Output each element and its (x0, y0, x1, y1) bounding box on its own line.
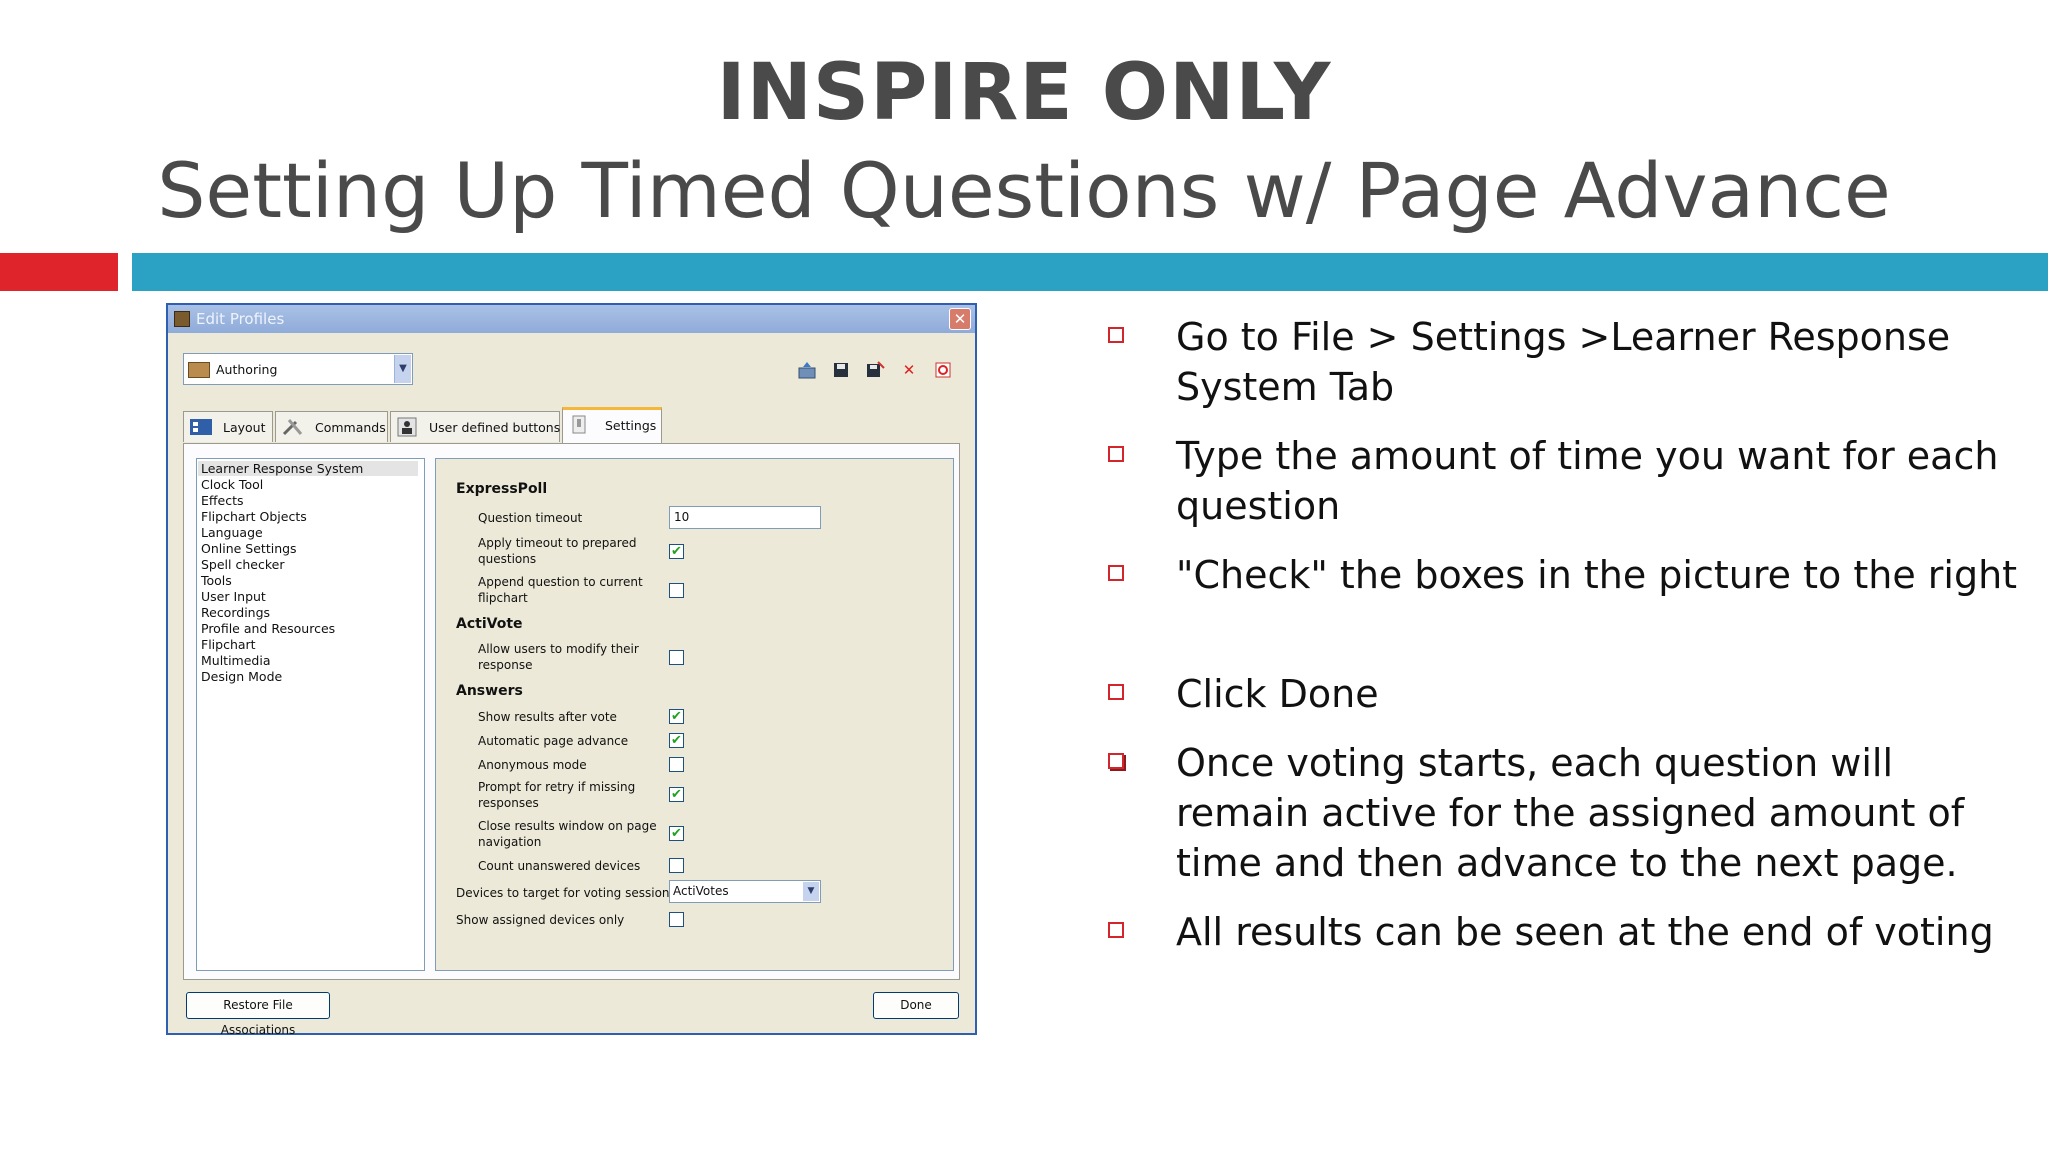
profile-value: Authoring (216, 362, 278, 377)
tab-label: User defined buttons (429, 420, 561, 435)
bullet-text: Click Done (1176, 672, 1379, 716)
square-bullet-icon (1108, 565, 1124, 581)
category-item[interactable]: Learner Response System (198, 461, 418, 476)
square-bullet-icon (1108, 327, 1124, 343)
tab-settings[interactable]: Settings (562, 407, 662, 443)
append-question-checkbox[interactable] (669, 583, 684, 598)
devices-target-label: Devices to target for voting sessions (456, 886, 676, 900)
category-item[interactable]: Flipchart (201, 637, 256, 652)
section-heading-expresspoll: ExpressPoll (456, 481, 548, 497)
settings-icon (568, 415, 592, 435)
devices-target-dropdown[interactable]: ActiVotes ▼ (669, 880, 821, 903)
close-icon[interactable]: ✕ (949, 308, 971, 330)
allow-modify-checkbox[interactable] (669, 650, 684, 665)
question-timeout-input[interactable]: 10 (669, 506, 821, 529)
prompt-retry-label: Prompt for retry if missing responses (478, 780, 636, 810)
show-assigned-label: Show assigned devices only (456, 913, 625, 927)
bullet-text: "Check" the boxes in the picture to the … (1176, 553, 2018, 597)
reset-icon[interactable] (932, 359, 954, 381)
tab-layout[interactable]: Layout (183, 411, 273, 442)
devices-target-value: ActiVotes (673, 884, 729, 898)
anonymous-label: Anonymous mode (478, 758, 587, 772)
accent-bar-blue (132, 253, 2048, 291)
accent-bar-red (0, 253, 118, 291)
slide-subtitle: Setting Up Timed Questions w/ Page Advan… (157, 146, 1891, 235)
profile-select[interactable]: Authoring ▼ (183, 353, 413, 385)
settings-tab-panel: Learner Response System Clock Tool Effec… (183, 443, 960, 980)
close-results-checkbox[interactable]: ✔ (669, 826, 684, 841)
category-item[interactable]: Language (201, 525, 263, 540)
count-unanswered-checkbox[interactable] (669, 858, 684, 873)
tab-label: Settings (605, 418, 657, 433)
profile-icon (188, 362, 210, 378)
show-results-checkbox[interactable]: ✔ (669, 709, 684, 724)
save-icon[interactable] (830, 359, 852, 381)
square-bullet-icon (1108, 753, 1124, 769)
category-item[interactable]: Effects (201, 493, 244, 508)
apply-timeout-checkbox[interactable]: ✔ (669, 544, 684, 559)
section-heading-activote: ActiVote (456, 616, 523, 632)
category-item[interactable]: Multimedia (201, 653, 271, 668)
category-item[interactable]: Clock Tool (201, 477, 263, 492)
category-item[interactable]: Tools (201, 573, 232, 588)
category-item[interactable]: Recordings (201, 605, 270, 620)
bullet-text: Once voting starts, each question will r… (1176, 741, 1965, 885)
count-unanswered-label: Count unanswered devices (478, 859, 641, 873)
chevron-down-icon[interactable]: ▼ (803, 882, 819, 901)
dialog-title: Edit Profiles (196, 310, 285, 328)
category-item[interactable]: Design Mode (201, 669, 282, 684)
tab-commands[interactable]: Commands (275, 411, 388, 442)
prompt-retry-checkbox[interactable]: ✔ (669, 787, 684, 802)
tab-user-defined-buttons[interactable]: User defined buttons (390, 411, 560, 442)
restore-file-associations-button[interactable]: Restore File Associations (186, 992, 330, 1037)
user-icon (396, 417, 420, 437)
edit-profiles-dialog: Edit Profiles ✕ Authoring ▼ ✕ Layout Com… (166, 303, 977, 1037)
show-assigned-checkbox[interactable] (669, 912, 684, 927)
category-item[interactable]: Flipchart Objects (201, 509, 307, 524)
question-timeout-label: Question timeout (478, 511, 583, 525)
apply-timeout-label: Apply timeout to prepared questions (478, 536, 637, 566)
bullet-text: Go to File > Settings >Learner Response … (1176, 315, 1951, 409)
bullet-text: All results can be seen at the end of vo… (1176, 910, 1994, 954)
done-button[interactable]: Done (873, 992, 959, 1019)
save-as-icon[interactable] (864, 359, 886, 381)
chevron-down-icon[interactable]: ▼ (394, 355, 411, 383)
category-item[interactable]: User Input (201, 589, 266, 604)
square-bullet-icon (1108, 922, 1124, 938)
category-list[interactable]: Learner Response System Clock Tool Effec… (196, 458, 425, 971)
show-results-label: Show results after vote (478, 710, 617, 724)
tab-label: Layout (223, 420, 266, 435)
slide-title: INSPIRE ONLY (716, 48, 1332, 138)
category-item[interactable]: Profile and Resources (201, 621, 335, 636)
auto-advance-checkbox[interactable]: ✔ (669, 733, 684, 748)
section-heading-answers: Answers (456, 683, 523, 699)
tab-label: Commands (315, 420, 386, 435)
auto-advance-label: Automatic page advance (478, 734, 629, 748)
close-results-label: Close results window on page navigation (478, 819, 657, 849)
app-icon (174, 311, 190, 327)
allow-modify-label: Allow users to modify their response (478, 642, 639, 672)
category-item[interactable]: Spell checker (201, 557, 284, 572)
bullet-text: Type the amount of time you want for eac… (1176, 434, 1999, 528)
settings-pane: ExpressPoll Question timeout 10 Apply ti… (435, 458, 954, 971)
dialog-titlebar: Edit Profiles ✕ (168, 305, 975, 333)
tools-icon (281, 417, 305, 437)
append-question-label: Append question to current flipchart (478, 575, 643, 605)
square-bullet-icon (1108, 446, 1124, 462)
square-bullet-icon (1108, 684, 1124, 700)
export-icon[interactable] (796, 359, 818, 381)
category-item[interactable]: Online Settings (201, 541, 297, 556)
delete-icon[interactable]: ✕ (898, 359, 920, 381)
anonymous-checkbox[interactable] (669, 757, 684, 772)
layout-icon (189, 417, 213, 437)
